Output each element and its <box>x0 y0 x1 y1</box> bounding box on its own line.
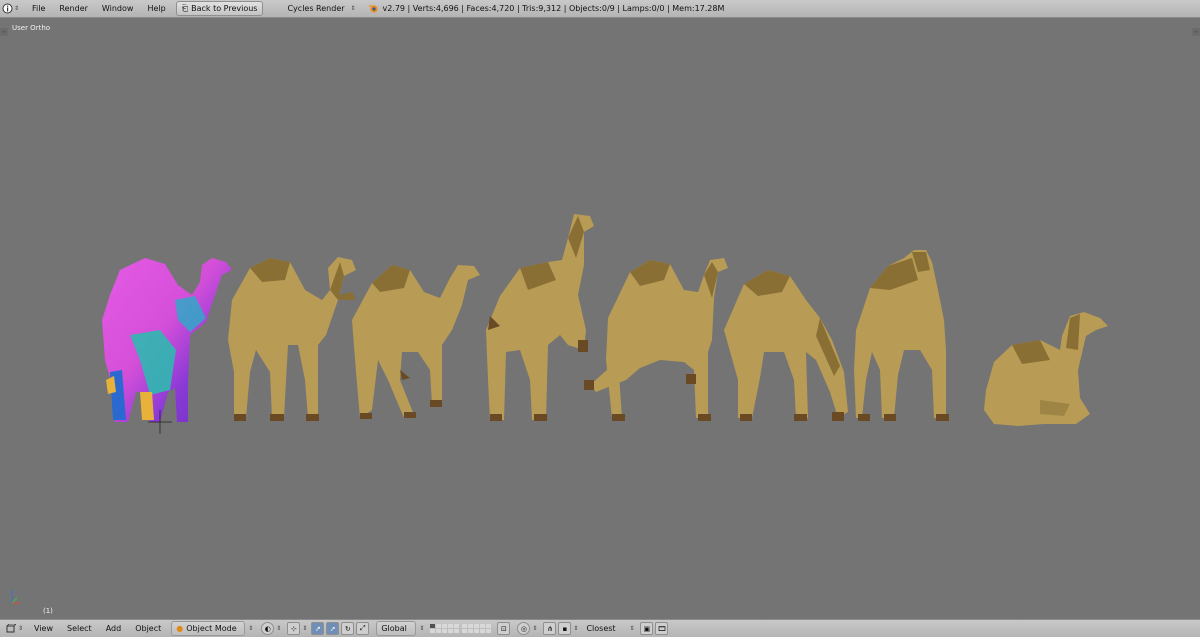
render-engine-label: Cycles Render <box>287 4 345 13</box>
menu-help[interactable]: Help <box>140 4 172 13</box>
chevron-updown-icon: ⇕ <box>629 625 635 632</box>
menu-select[interactable]: Select <box>60 624 99 633</box>
transform-orientation-select[interactable]: Global <box>376 621 417 636</box>
menu-render[interactable]: Render <box>52 4 94 13</box>
chevron-updown-icon: ⇕ <box>18 625 24 632</box>
scale-manipulator-icon[interactable]: ⤢ <box>356 622 370 635</box>
back-to-previous-label: Back to Previous <box>191 4 258 13</box>
camel-walking[interactable] <box>336 265 480 419</box>
top-header: ⇕ File Render Window Help ⎗ Back to Prev… <box>0 0 1200 18</box>
chevron-updown-icon: ⇕ <box>350 5 356 12</box>
viewport-shading-icon[interactable]: ◐ <box>261 622 275 635</box>
scene-stats: v2.79 | Verts:4,696 | Faces:4,720 | Tris… <box>382 4 725 13</box>
snap-element-icon[interactable]: ▪ <box>558 622 572 635</box>
menu-window[interactable]: Window <box>95 4 141 13</box>
back-screen-icon: ⎗ <box>181 3 189 13</box>
opengl-render-animation-icon[interactable]: 🎞 <box>655 622 669 635</box>
menu-view[interactable]: View <box>27 624 60 633</box>
chevron-updown-icon: ⇕ <box>302 625 308 632</box>
camel-scene <box>11 214 1108 604</box>
axis-gizmo-icon <box>11 590 20 604</box>
manipulator-toggle-icon[interactable]: ↗ <box>311 622 325 635</box>
snap-target-label: Closest <box>586 624 616 633</box>
rotate-manipulator-icon[interactable]: ↻ <box>341 622 355 635</box>
proportional-edit-icon[interactable]: ◎ <box>517 622 531 635</box>
camel-uv-textured[interactable] <box>102 258 232 434</box>
mode-select[interactable]: ● Object Mode <box>171 621 246 636</box>
menu-file[interactable]: File <box>25 4 52 13</box>
mode-label: Object Mode <box>186 624 237 633</box>
chevron-updown-icon: ⇕ <box>573 625 579 632</box>
blender-logo-icon <box>366 2 380 15</box>
opengl-render-image-icon[interactable]: ▣ <box>640 622 654 635</box>
back-to-previous-button[interactable]: ⎗ Back to Previous <box>175 1 264 16</box>
layer-buttons[interactable] <box>430 624 492 633</box>
render-engine-select[interactable]: Cycles Render ⇕ <box>283 2 361 15</box>
snap-toggle-icon[interactable]: ⋔ <box>543 622 557 635</box>
info-editor-icon[interactable] <box>0 2 14 15</box>
camel-grazing[interactable] <box>724 270 848 421</box>
chevron-updown-icon: ⇕ <box>419 625 425 632</box>
menu-object[interactable]: Object <box>128 624 168 633</box>
object-mode-icon: ● <box>176 624 184 633</box>
menu-add[interactable]: Add <box>99 624 129 633</box>
snap-target-select[interactable]: Closest <box>582 622 626 635</box>
lock-layers-icon[interactable]: ⊡ <box>497 622 511 635</box>
chevron-updown-icon: ⇕ <box>532 625 538 632</box>
camel-stretching[interactable] <box>584 258 728 421</box>
chevron-updown-icon: ⇕ <box>276 625 282 632</box>
camel-looking-back[interactable] <box>854 250 949 421</box>
translate-manipulator-icon[interactable]: ➚ <box>326 622 340 635</box>
camel-standing-1[interactable] <box>228 257 356 421</box>
editor-type-arrows[interactable]: ⇕ <box>14 5 19 12</box>
viewport-header: ⇕ View Select Add Object ● Object Mode ⇕… <box>0 619 1200 637</box>
camel-rearing[interactable] <box>486 214 594 421</box>
chevron-updown-icon: ⇕ <box>248 625 254 632</box>
3d-view-editor-icon[interactable] <box>4 622 18 635</box>
camel-sitting[interactable] <box>984 312 1108 426</box>
orientation-label: Global <box>381 624 407 633</box>
pivot-point-icon[interactable]: ⊹ <box>287 622 301 635</box>
